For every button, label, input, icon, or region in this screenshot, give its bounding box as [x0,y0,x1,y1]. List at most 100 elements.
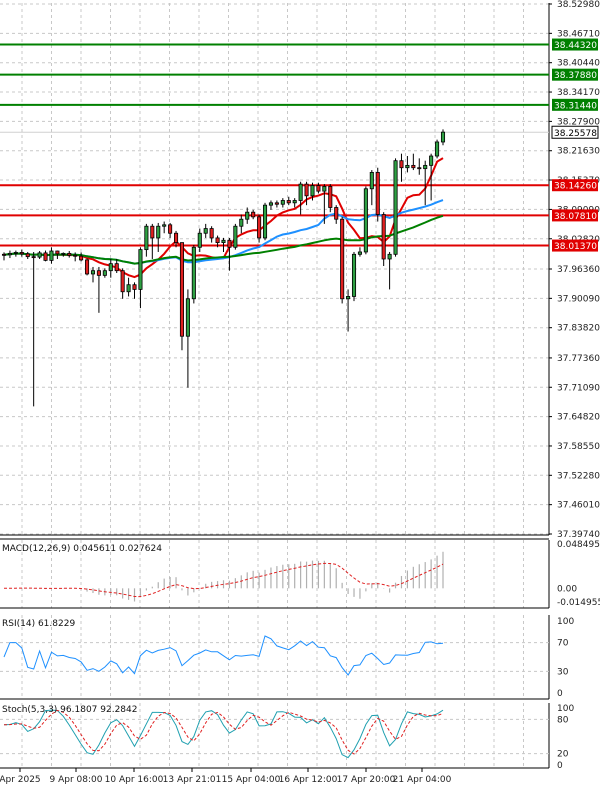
candle-bear [174,232,179,244]
chart-background [0,0,600,789]
macd-axis-label: 0.048495 [557,540,600,550]
candle-bull [357,251,362,255]
price-level-tag-text: 38.14260 [554,182,597,192]
price-level-tag-text: 38.07810 [554,212,597,222]
time-axis-label: 13 Apr 21:01 [163,775,222,785]
candle-bear [67,252,72,256]
time-axis-label: 10 Apr 16:00 [105,775,164,785]
candle-bear [399,160,404,169]
price-axis-label: 37.77360 [557,354,600,364]
price-axis-label: 37.39740 [557,530,600,540]
candle-bear [286,200,291,204]
candle-bull [49,250,54,261]
candle-bear [227,239,232,248]
macd-axis-label: 0.00 [557,584,577,594]
candle-bull [197,232,202,248]
price-axis-label: 37.96360 [557,265,600,275]
candle-bull [423,164,428,170]
price-axis-label: 37.58550 [557,442,600,452]
candle-bear [316,185,321,192]
candle-bear [120,270,125,293]
price-axis-label: 38.21630 [557,147,600,157]
candle-bear [96,270,101,276]
price-axis-label: 37.71090 [557,383,600,393]
candle-bull [108,263,113,272]
rsi-axis-label: 70 [557,639,569,649]
candle-bull [268,202,273,206]
candle-bull [126,284,131,293]
candle-bear [274,202,279,205]
candle-bull [144,225,149,251]
rsi-axis-label: 100 [557,617,574,627]
candle-bear [179,242,185,337]
candle-bear [114,263,119,272]
candle-bull [102,270,107,276]
price-axis-label: 38.46710 [557,29,600,39]
candle-bear [209,228,214,239]
candle-bull [221,239,226,244]
candle-bull [393,160,398,255]
candle-bear [150,225,155,239]
candle-bull [405,164,410,169]
candle-bear [31,256,36,259]
price-axis-label: 38.52980 [557,0,600,10]
candle-bull [233,225,238,248]
candle-bull [292,200,297,204]
price-axis-label: 37.64820 [557,413,600,423]
candle-bull [203,228,208,234]
candle-bull [156,225,161,239]
candle-bull [322,186,327,192]
candle-bear [334,207,339,220]
candle-bull [298,183,303,201]
candle-bear [55,250,60,255]
candle-bull [37,252,42,258]
candle-bull [262,204,268,239]
candle-bull [435,141,440,157]
candle-bull [191,246,196,300]
time-axis-label: 9 Apr 08:00 [50,775,103,785]
current-price-tag-text: 38.25578 [554,129,597,139]
candle-bull [7,252,12,256]
candle-bull [239,218,244,227]
candle-bear [381,214,386,260]
price-axis-label: 37.83820 [557,324,600,334]
trading-chart[interactable]: 38.5298038.4671038.4044038.3417038.27900… [0,0,600,789]
candle-bull [61,252,66,255]
candle-bull [429,155,434,166]
time-axis-label: 21 Apr 04:00 [393,775,452,785]
candle-bear [25,253,30,258]
candle-bear [132,284,137,290]
candle-bear [251,211,256,218]
rsi-axis-label: 0 [557,689,563,699]
candle-bull [245,211,250,220]
price-axis-label: 38.40440 [557,59,600,69]
candle-bear [85,259,90,275]
candle-bull [369,171,374,190]
candle-bull [363,188,368,253]
candle-bear [304,183,309,197]
candle-bear [417,167,422,170]
candle-bear [43,252,48,261]
rsi-indicator-label: RSI(14) 61.8229 [2,619,75,629]
candle-bear [1,253,7,256]
candle-bear [79,255,84,261]
price-axis-label: 38.34170 [557,88,600,98]
time-axis-label: 17 Apr 20:00 [337,775,396,785]
candle-bull [90,270,96,275]
price-level-tag-text: 38.37880 [554,71,597,81]
candle-bull [346,296,351,300]
candle-bull [185,298,190,337]
price-level-tag-text: 38.44320 [554,41,597,51]
candle-bull [138,249,143,290]
candle-bear [215,237,220,244]
candle-bull [440,131,446,143]
price-axis-label: 37.90090 [557,294,600,304]
price-axis-label: 37.52280 [557,471,600,481]
stochastic-axis-label: 0 [557,761,563,771]
price-level-tag-text: 38.01370 [554,242,597,252]
candle-bear [328,186,333,208]
price-axis-label: 37.46010 [557,501,600,511]
stochastic-axis-label: 20 [557,750,569,760]
stochastic-indicator-label: Stoch(5,3,3) 96.1807 92.2842 [2,705,137,715]
candle-bear [340,218,345,300]
